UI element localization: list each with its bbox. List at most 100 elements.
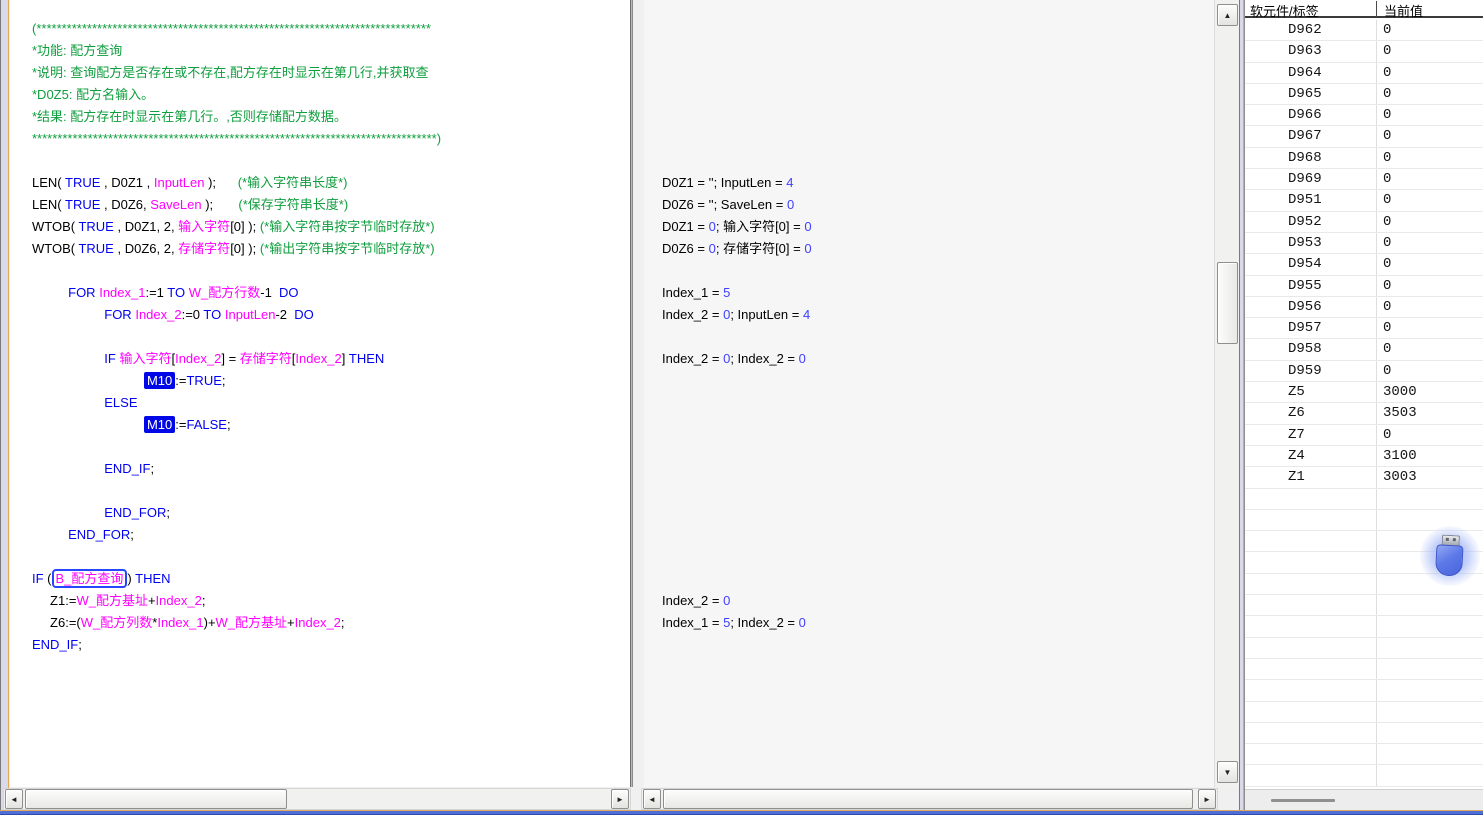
token-l: Index_2 (135, 307, 181, 322)
code-line[interactable]: WTOB( TRUE , D0Z1, 2, 输入字符[0] ); (*输入字符串… (32, 216, 630, 238)
watch-row[interactable]: D9590 (1245, 361, 1483, 382)
watch-row-empty[interactable] (1245, 616, 1483, 637)
token-k: IF (104, 351, 116, 366)
watch-row[interactable]: D9530 (1245, 233, 1483, 254)
token-l: 输入字符 (178, 219, 230, 234)
watch-row[interactable]: D9570 (1245, 318, 1483, 339)
token-k: TO (203, 307, 221, 322)
code-line[interactable]: ELSE (32, 392, 630, 414)
watch-row[interactable]: D9540 (1245, 254, 1483, 275)
header-column-divider[interactable] (1376, 1, 1377, 17)
code-line[interactable]: (***************************************… (32, 18, 630, 40)
code-scroll-right-button[interactable]: ► (611, 789, 629, 809)
code-line[interactable]: IF (B_配方查询) THEN (32, 568, 630, 590)
token-p: Index_2 = (662, 307, 723, 322)
watch-row[interactable]: D9510 (1245, 190, 1483, 211)
monitor-horizontal-scroll-thumb[interactable] (663, 789, 1193, 809)
code-line[interactable]: END_FOR; (32, 502, 630, 524)
scroll-up-button[interactable]: ▲ (1217, 4, 1238, 26)
monitor-lines: D0Z1 = ''; InputLen = 4D0Z6 = ''; SaveLe… (644, 18, 1214, 656)
code-horizontal-scroll-thumb[interactable] (25, 789, 287, 809)
watch-row[interactable]: D9650 (1245, 84, 1483, 105)
watch-row[interactable]: D9520 (1245, 212, 1483, 233)
code-scroll-left-button[interactable]: ◄ (5, 789, 23, 809)
token-c: (*保存字符串长度*) (238, 197, 348, 212)
watch-row-empty[interactable] (1245, 702, 1483, 723)
code-line[interactable]: END_FOR; (32, 524, 630, 546)
watch-row-empty[interactable] (1245, 765, 1483, 786)
watch-row-empty[interactable] (1245, 595, 1483, 616)
watch-row[interactable]: D9640 (1245, 63, 1483, 84)
code-line[interactable]: WTOB( TRUE , D0Z6, 2, 存储字符[0] ); (*输出字符串… (32, 238, 630, 260)
token-k: DO (294, 307, 314, 322)
watch-row[interactable]: D9550 (1245, 276, 1483, 297)
usb-plug-icon (1435, 534, 1464, 576)
code-line[interactable] (32, 260, 630, 282)
watch-row[interactable]: Z63503 (1245, 403, 1483, 424)
token-c: (***************************************… (32, 21, 431, 36)
code-line[interactable]: M10:=FALSE; (32, 414, 630, 436)
watch-row[interactable]: Z13003 (1245, 467, 1483, 488)
vertical-scroll-thumb[interactable] (1217, 262, 1238, 344)
monitor-line (662, 84, 1214, 106)
scroll-down-button[interactable]: ▼ (1217, 761, 1238, 783)
watch-row-empty[interactable] (1245, 659, 1483, 680)
watch-row[interactable]: D9660 (1245, 105, 1483, 126)
code-line[interactable]: END_IF; (32, 458, 630, 480)
code-line[interactable] (32, 326, 630, 348)
monitor-vertical-scrollbar[interactable]: ▲ ▼ (1214, 0, 1239, 787)
watch-row[interactable]: D9560 (1245, 297, 1483, 318)
code-line[interactable]: LEN( TRUE , D0Z1 , InputLen ); (*输入字符串长度… (32, 172, 630, 194)
code-line[interactable]: *结果: 配方存在时显示在第几行。,否则存储配方数据。 (32, 106, 630, 128)
watch-row[interactable]: D9690 (1245, 169, 1483, 190)
code-line[interactable] (32, 436, 630, 458)
watch-row[interactable]: Z70 (1245, 425, 1483, 446)
code-line[interactable]: M10:=TRUE; (32, 370, 630, 392)
code-line[interactable]: *功能: 配方查询 (32, 40, 630, 62)
pane-splitter-left[interactable] (630, 0, 633, 787)
token-p (32, 285, 68, 300)
monitor-scroll-left-button[interactable]: ◄ (643, 789, 661, 809)
code-line[interactable]: *说明: 查询配方是否存在或不存在,配方存在时显示在第几行,并获取查 (32, 62, 630, 84)
code-line[interactable]: Z6:=(W_配方列数*Index_1)+W_配方基址+Index_2; (32, 612, 630, 634)
watch-row-empty[interactable] (1245, 489, 1483, 510)
watch-row[interactable]: D9680 (1245, 148, 1483, 169)
watch-row-empty[interactable] (1245, 744, 1483, 765)
watch-row-empty[interactable] (1245, 638, 1483, 659)
watch-row[interactable]: Z53000 (1245, 382, 1483, 403)
monitor-value-pane[interactable]: D0Z1 = ''; InputLen = 4D0Z6 = ''; SaveLe… (644, 0, 1214, 787)
token-l: Index_2 (295, 615, 341, 630)
code-line[interactable]: *D0Z5: 配方名输入。 (32, 84, 630, 106)
code-line[interactable]: FOR Index_2:=0 TO InputLen-2 DO (32, 304, 630, 326)
token-p: LEN( (32, 197, 65, 212)
code-line[interactable]: END_IF; (32, 634, 630, 656)
watch-row[interactable]: D9620 (1245, 20, 1483, 41)
watch-row-empty[interactable] (1245, 680, 1483, 701)
code-line[interactable]: LEN( TRUE , D0Z6, SaveLen ); (*保存字符串长度*) (32, 194, 630, 216)
token-k: FALSE (186, 417, 226, 432)
horizontal-splitter-handle[interactable] (1271, 799, 1335, 802)
monitor-line (662, 370, 1214, 392)
token-p: ; (166, 505, 170, 520)
code-horizontal-scrollbar[interactable]: ◄ ► (3, 788, 631, 810)
code-line[interactable]: ****************************************… (32, 128, 630, 150)
code-line[interactable] (32, 150, 630, 172)
watch-row[interactable]: Z43100 (1245, 446, 1483, 467)
watch-row[interactable]: D9580 (1245, 339, 1483, 360)
watch-row[interactable]: D9670 (1245, 126, 1483, 147)
monitor-scroll-right-button[interactable]: ► (1198, 789, 1216, 809)
code-line[interactable]: IF 输入字符[Index_2] = 存储字符[Index_2] THEN (32, 348, 630, 370)
watch-table-header[interactable]: 软元件/标签 当前值 (1245, 0, 1483, 18)
code-editor-pane[interactable]: (***************************************… (10, 0, 630, 787)
monitor-horizontal-scrollbar[interactable]: ◄ ► (641, 788, 1218, 810)
code-line[interactable]: Z1:=W_配方基址+Index_2; (32, 590, 630, 612)
watch-row-empty[interactable] (1245, 723, 1483, 744)
watch-row[interactable]: D9630 (1245, 41, 1483, 62)
code-line[interactable] (32, 546, 630, 568)
token-k: THEN (135, 571, 170, 586)
token-p: ; (130, 527, 134, 542)
token-p (32, 505, 104, 520)
code-line[interactable]: FOR Index_1:=1 TO W_配方行数-1 DO (32, 282, 630, 304)
code-line[interactable] (32, 480, 630, 502)
token-p: ; Index_2 = (730, 615, 798, 630)
